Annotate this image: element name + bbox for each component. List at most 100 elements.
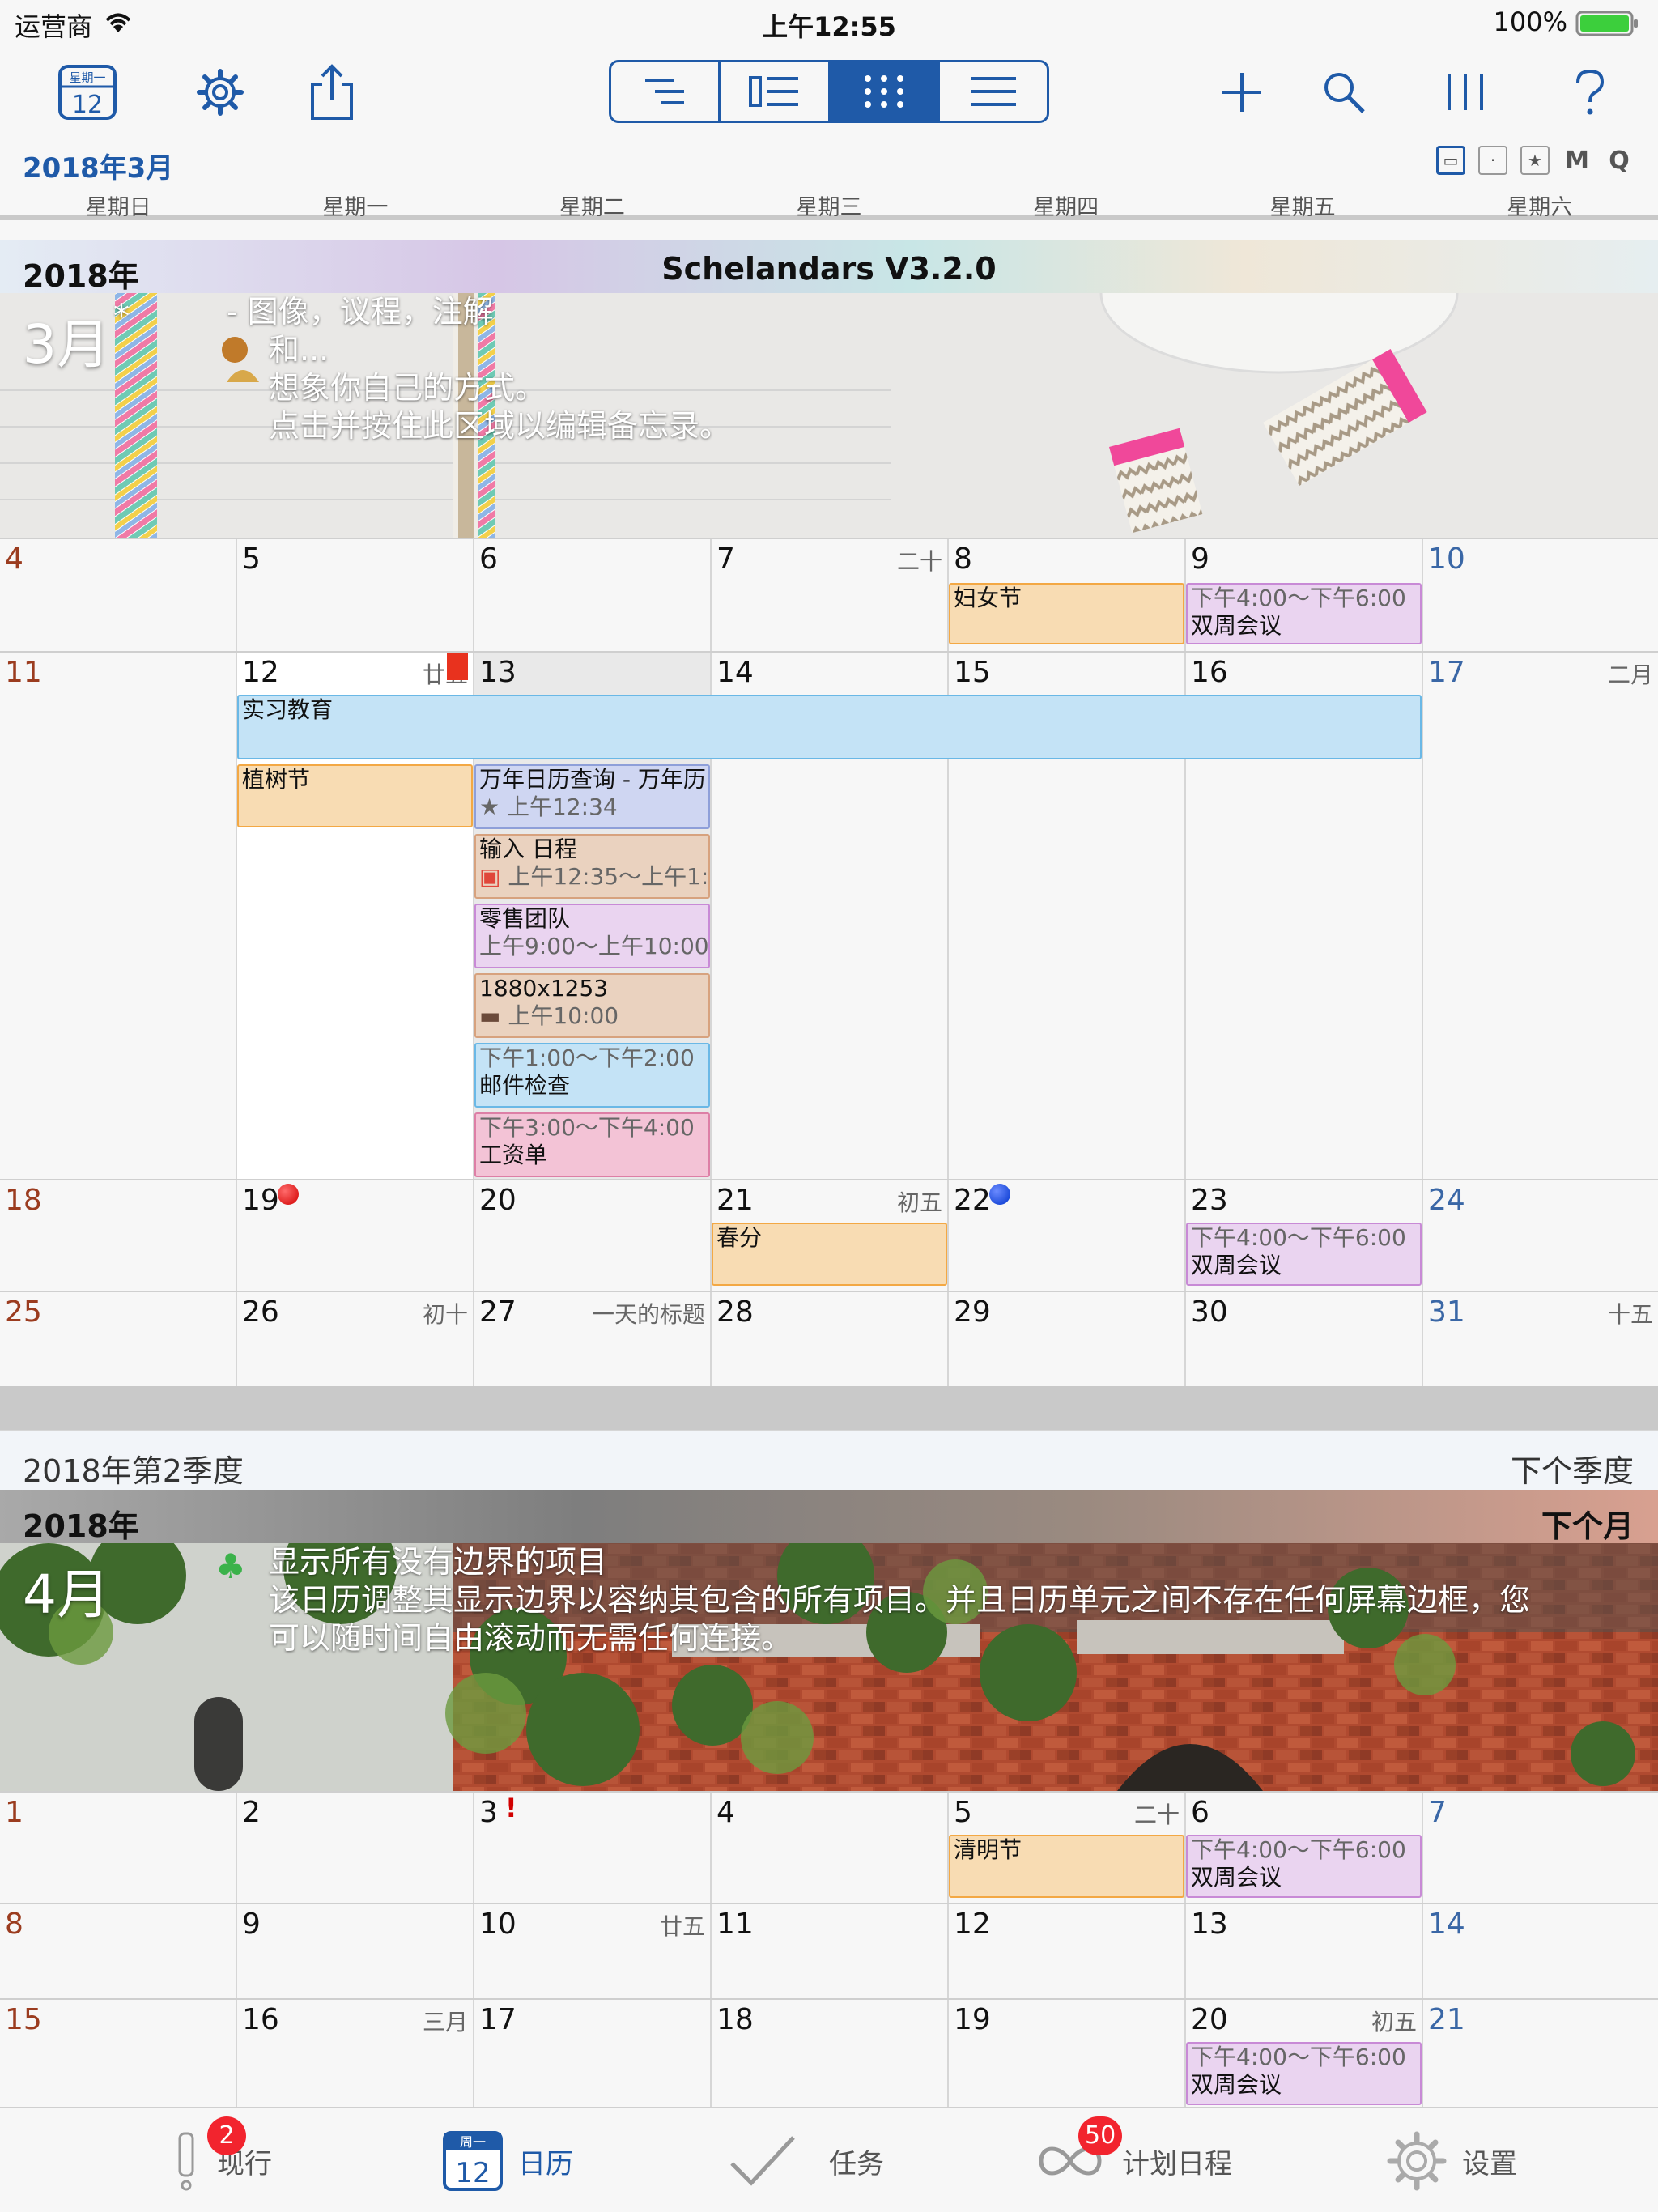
share-button[interactable] [300, 60, 364, 125]
event-biweekly-meeting[interactable]: 下午4:00～下午6:00 双周会议 [1186, 1223, 1422, 1286]
event-spring-equinox[interactable]: 春分 [712, 1223, 947, 1286]
next-quarter-link[interactable]: 下个季度 [1511, 1446, 1634, 1491]
day-cell[interactable]: 3! [474, 1793, 712, 1903]
tab-current[interactable]: 现行 2 [170, 2108, 272, 2212]
day-cell[interactable]: 28 [712, 1292, 949, 1386]
day-cell[interactable]: 8 [0, 1904, 237, 1998]
event-internship[interactable]: 实习教育 [237, 695, 1422, 759]
next-month-link[interactable]: 下个月 [1541, 1501, 1634, 1546]
week-row: 1 2 3! 4 5 二十 6 7 清明节 下午4:00～下午6:00 双周会议 [0, 1791, 1658, 1903]
event-mail-check[interactable]: 下午1:00～下午2:00 邮件检查 [474, 1043, 710, 1108]
tab-calendar[interactable]: 周一 12 日历 [442, 2108, 573, 2212]
tab-calendar-day: 12 [455, 2157, 490, 2189]
day-cell[interactable]: 2 [237, 1793, 474, 1903]
week-row: 4 5 6 7 二十 8 9 10 妇女节 下午4:00～下午6:00 双周会议 [0, 538, 1658, 651]
help-button[interactable] [1558, 60, 1622, 125]
april-memo-banner[interactable]: 4月 ♣ 显示所有没有边界的项目 该日历调整其显示边界以容纳其包含的所有项目。并… [0, 1543, 1658, 1791]
day-cell[interactable]: 26 初十 [237, 1292, 474, 1386]
day-cell[interactable]: 1 [0, 1793, 237, 1903]
day-cell[interactable]: 25 [0, 1292, 237, 1386]
day-cell[interactable]: 21 [1423, 2000, 1658, 2107]
day-number: 19 [954, 2003, 991, 2036]
event-biweekly-meeting[interactable]: 下午4:00～下午6:00 双周会议 [1186, 583, 1422, 644]
day-cell[interactable]: 17 二月 [1423, 653, 1658, 1179]
day-cell[interactable]: 20 [474, 1180, 712, 1291]
view-mode-dot[interactable]: · [1478, 146, 1507, 175]
day-number: 10 [479, 1908, 517, 1941]
view-mode-m[interactable]: M [1562, 147, 1592, 175]
current-month-label[interactable]: 2018年3月 [23, 146, 173, 185]
event-arbor-day[interactable]: 植树节 [237, 764, 473, 827]
day-cell[interactable]: 24 [1423, 1180, 1658, 1291]
day-cell[interactable]: 7 二十 [712, 539, 949, 651]
search-button[interactable] [1312, 60, 1376, 125]
plain-list-icon [970, 77, 1016, 106]
event-title: 邮件检查 [479, 1072, 571, 1099]
lunar-date: 二月 [1607, 661, 1653, 688]
segment-grid[interactable] [830, 62, 940, 121]
day-cell[interactable]: 11 [712, 1904, 949, 1998]
day-cell[interactable]: 18 [712, 2000, 949, 2107]
march-memo-line: 点击并按住此区域以编辑备忘录。 [269, 408, 731, 444]
event-biweekly-meeting[interactable]: 下午4:00～下午6:00 双周会议 [1186, 1835, 1422, 1898]
day-cell[interactable]: 10 [1423, 539, 1658, 651]
segment-plain-list[interactable] [940, 62, 1047, 121]
day-cell[interactable]: 6 [474, 539, 712, 651]
dot-icon: · [1490, 151, 1496, 170]
day-cell[interactable]: 7 [1423, 1793, 1658, 1903]
day-cell[interactable]: 18 [0, 1180, 237, 1291]
day-cell[interactable]: 9 [237, 1904, 474, 1998]
view-mode-star[interactable]: ★ [1520, 146, 1550, 175]
view-mode-month-calendar[interactable]: ▭ [1436, 146, 1465, 175]
today-calendar-button[interactable]: 星期一 12 [55, 60, 120, 125]
settings-gear-button[interactable] [188, 60, 253, 125]
day-cell[interactable]: 11 [0, 653, 237, 1179]
add-button[interactable] [1209, 60, 1274, 125]
tab-settings[interactable]: 设置 [1386, 2108, 1517, 2212]
april-memo-line: 可以随时间自由滚动而无需任何连接。 [269, 1620, 793, 1656]
columns-button[interactable] [1433, 60, 1498, 125]
notification-badge: 50 [1078, 2116, 1123, 2155]
day-cell[interactable]: 31 十五 [1423, 1292, 1658, 1386]
segment-outline-list[interactable] [611, 62, 721, 121]
event-wannianli[interactable]: 万年日历查询 - 万年历 ★ 上午12:34 [474, 764, 710, 829]
event-input-schedule[interactable]: 输入 日程▣ 上午12:35～上午1:00 [474, 834, 710, 899]
tab-schedule-plan[interactable]: 计划日程 50 [1036, 2108, 1232, 2212]
event-image[interactable]: 1880x1253 ▬ 上午10:00 [474, 973, 710, 1038]
day-cell[interactable]: 15 [0, 2000, 237, 2107]
weekday-label: 星期三 [796, 195, 862, 220]
event-title: 妇女节 [954, 585, 1022, 611]
event-retail-team[interactable]: 零售团队 上午9:00～上午10:00 [474, 904, 710, 968]
day-cell[interactable]: 30 [1186, 1292, 1423, 1386]
event-qingming[interactable]: 清明节 [949, 1835, 1184, 1898]
day-cell[interactable]: 5 [237, 539, 474, 651]
day-number: 20 [479, 1184, 517, 1217]
day-cell[interactable]: 4 [712, 1793, 949, 1903]
day-cell[interactable]: 29 [949, 1292, 1186, 1386]
day-cell[interactable]: 19 [237, 1180, 474, 1291]
event-title: 春分 [716, 1224, 763, 1251]
lunar-date: 二十 [896, 548, 942, 575]
day-cell[interactable]: 17 [474, 2000, 712, 2107]
segment-detail-list[interactable] [721, 62, 831, 121]
view-mode-q[interactable]: Q [1605, 147, 1634, 175]
event-payroll[interactable]: 下午3:00～下午4:00 工资单 [474, 1112, 710, 1177]
day-cell[interactable]: 16 三月 [237, 2000, 474, 2107]
day-cell[interactable]: 27 一天的标题 [474, 1292, 712, 1386]
day-number: 20 [1191, 2003, 1228, 2036]
day-cell[interactable]: 4 [0, 539, 237, 651]
day-cell[interactable]: 19 [949, 2000, 1186, 2107]
detail-list-icon [749, 76, 799, 107]
event-time: 下午4:00～下午6:00 [1191, 1836, 1406, 1863]
day-cell[interactable]: 14 [1423, 1904, 1658, 1998]
day-cell[interactable]: 12 [949, 1904, 1186, 1998]
day-cell[interactable]: 10 廿五 [474, 1904, 712, 1998]
march-memo-banner[interactable]: 3月 * - 图像，议程，注解 和... 想象你自己的方式。 点击并按住此区域以… [0, 293, 1658, 538]
event-title: 1880x1253 [479, 975, 609, 1002]
tab-tasks[interactable]: 任务 [729, 2108, 884, 2212]
day-cell[interactable]: 22 [949, 1180, 1186, 1291]
event-biweekly-meeting[interactable]: 下午4:00～下午6:00 双周会议 [1186, 2042, 1422, 2105]
event-womens-day[interactable]: 妇女节 [949, 583, 1184, 644]
event-title: 输入 日程 [479, 836, 577, 862]
day-cell[interactable]: 13 [1186, 1904, 1423, 1998]
